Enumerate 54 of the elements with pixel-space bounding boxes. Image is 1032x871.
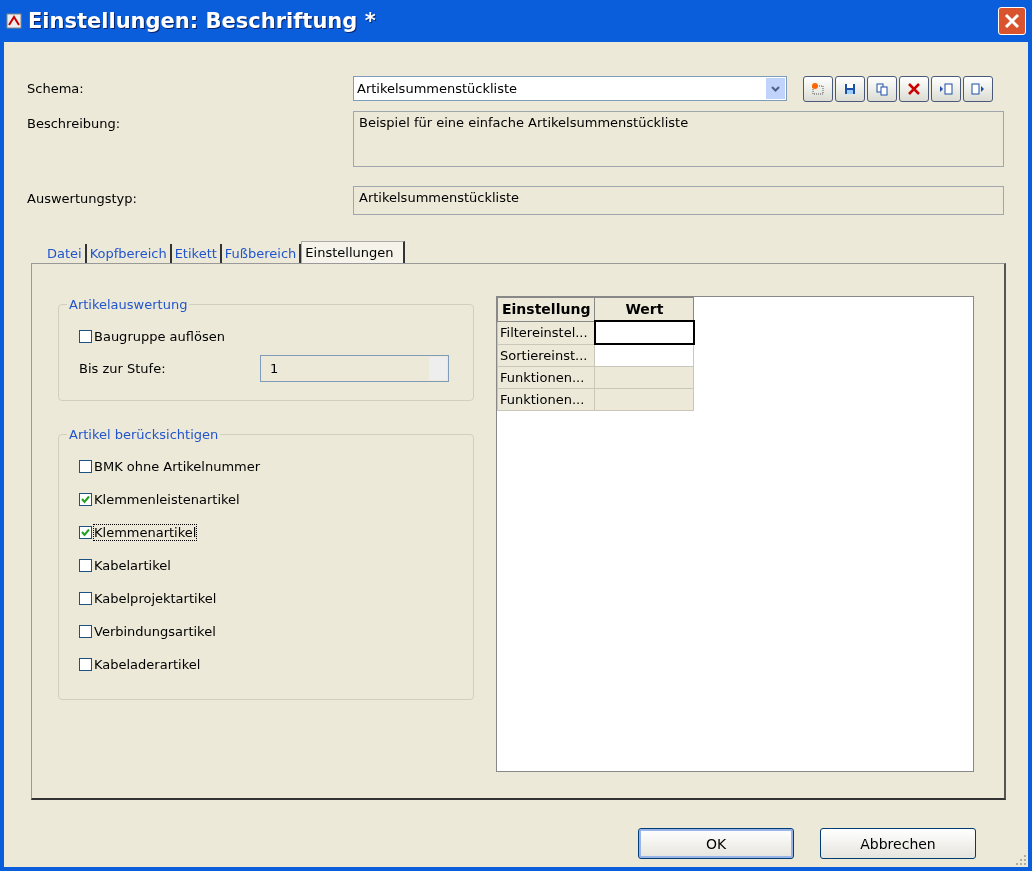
schema-label: Schema: (27, 80, 85, 96)
save-icon (842, 81, 858, 97)
checkbox-label[interactable]: Klemmenleistenartikel (94, 492, 240, 507)
checkbox[interactable] (79, 460, 92, 473)
delete-button[interactable] (899, 76, 929, 102)
checkbox-label[interactable]: Verbindungsartikel (94, 624, 216, 639)
checkbox[interactable] (79, 493, 92, 506)
table-cell: Funktionen... (497, 388, 595, 411)
delete-icon (906, 81, 922, 97)
description-label: Beschreibung: (27, 115, 122, 131)
table-cell: Sortiereinst... (497, 344, 595, 367)
evaluation-type-label: Auswertungstyp: (27, 190, 138, 206)
save-button[interactable] (835, 76, 865, 102)
checkbox[interactable] (79, 330, 92, 343)
resize-grip-icon[interactable] (1016, 855, 1026, 865)
checkbox[interactable] (79, 559, 92, 572)
app-icon (6, 13, 22, 29)
schema-dropdown[interactable]: Artikelsummenstückliste (353, 76, 787, 101)
group-title: Artikelauswertung (68, 297, 189, 312)
table-cell: Filtereinstel... (497, 321, 595, 344)
checkbox-label[interactable]: Baugruppe auflösen (94, 329, 225, 344)
checkbox-label[interactable]: BMK ohne Artikelnummer (94, 459, 261, 474)
level-spinner[interactable]: 1 (260, 355, 449, 382)
tab[interactable]: Einstellungen (301, 241, 406, 263)
checkbox-label[interactable]: Kabelartikel (94, 558, 171, 573)
checkbox[interactable] (79, 625, 92, 638)
evaluation-type-field[interactable]: Artikelsummenstückliste (353, 186, 1004, 215)
close-icon (1003, 12, 1021, 30)
checkbox-label[interactable]: Klemmenartikel (94, 525, 197, 540)
close-button[interactable] (998, 7, 1026, 35)
arrow-out-of-page-icon (970, 81, 986, 97)
arrow-out-of-page-button[interactable] (963, 76, 993, 102)
cancel-button[interactable]: Abbrechen (820, 828, 976, 859)
description-field[interactable]: Beispiel für eine einfache Artikelsummenstückliste (353, 111, 1004, 167)
checkbox-label[interactable]: Kabeladerartikel (94, 657, 201, 672)
checkbox[interactable] (79, 592, 92, 605)
copy-button[interactable] (867, 76, 897, 102)
checkbox-label[interactable]: Kabelprojektartikel (94, 591, 217, 606)
level-label: Bis zur Stufe: (79, 361, 167, 376)
checkbox[interactable] (79, 658, 92, 671)
window-title: Einstellungen: Beschriftung * (28, 9, 377, 33)
new-document-button[interactable] (803, 76, 833, 102)
column-header[interactable]: Einstellung (497, 297, 595, 321)
group-title: Artikel berücksichtigen (68, 427, 220, 442)
checkbox[interactable] (79, 526, 92, 539)
arrow-into-page-button[interactable] (931, 76, 961, 102)
ok-button[interactable]: OK (638, 828, 794, 859)
table-cell: Funktionen... (497, 366, 595, 389)
column-header[interactable]: Wert (594, 297, 694, 321)
chevron-down-icon (771, 85, 780, 92)
new-document-icon (810, 81, 826, 97)
arrow-into-page-icon (938, 81, 954, 97)
value-cell[interactable] (594, 321, 694, 344)
copy-icon (874, 81, 890, 97)
